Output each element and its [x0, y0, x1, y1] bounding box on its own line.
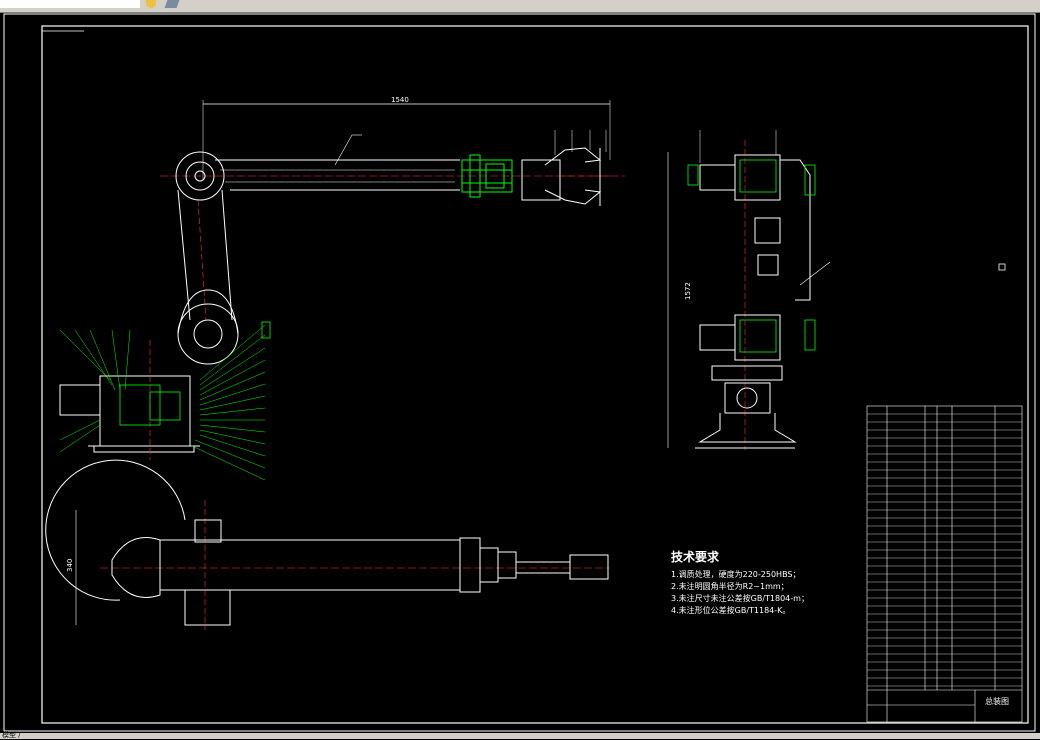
- dim-side-height: 1572: [684, 282, 692, 300]
- command-field[interactable]: [0, 0, 140, 8]
- status-bar: 模型 /: [0, 731, 1040, 739]
- tech-req-line-4: 4.未注形位公差按GB/T1184-K。: [671, 605, 790, 615]
- tech-req-title: 技术要求: [671, 549, 720, 564]
- gripper: [521, 130, 612, 206]
- outer-border: [3, 13, 1036, 732]
- side-view: [667, 130, 831, 450]
- top-view: [45, 459, 610, 630]
- inner-border: [41, 25, 1029, 724]
- cad-drawing-canvas[interactable]: 1540 1572 340 技术要求 1.调质处理，硬度为220-250HBS；…: [0, 12, 1040, 733]
- layer-icon[interactable]: [164, 0, 180, 8]
- side-green-detail: [687, 159, 816, 353]
- tech-req-line-1: 1.调质处理，硬度为220-250HBS；: [671, 569, 801, 579]
- tech-req-line-2: 2.未注明圆角半径为R2~1mm；: [671, 581, 789, 591]
- tech-req-line-3: 3.未注尺寸未注公差按GB/T1804-m；: [671, 593, 809, 603]
- title-block-name: 总装图: [985, 696, 1009, 706]
- parts-list-table: [866, 405, 1023, 723]
- ucs-marker: [998, 263, 1006, 271]
- dim-bottom-width: 340: [66, 559, 74, 572]
- folder-icon[interactable]: [146, 0, 156, 8]
- base-green-detail: [119, 321, 271, 426]
- dim-top-length: 1540: [391, 96, 409, 104]
- parts-rows: [867, 413, 1022, 687]
